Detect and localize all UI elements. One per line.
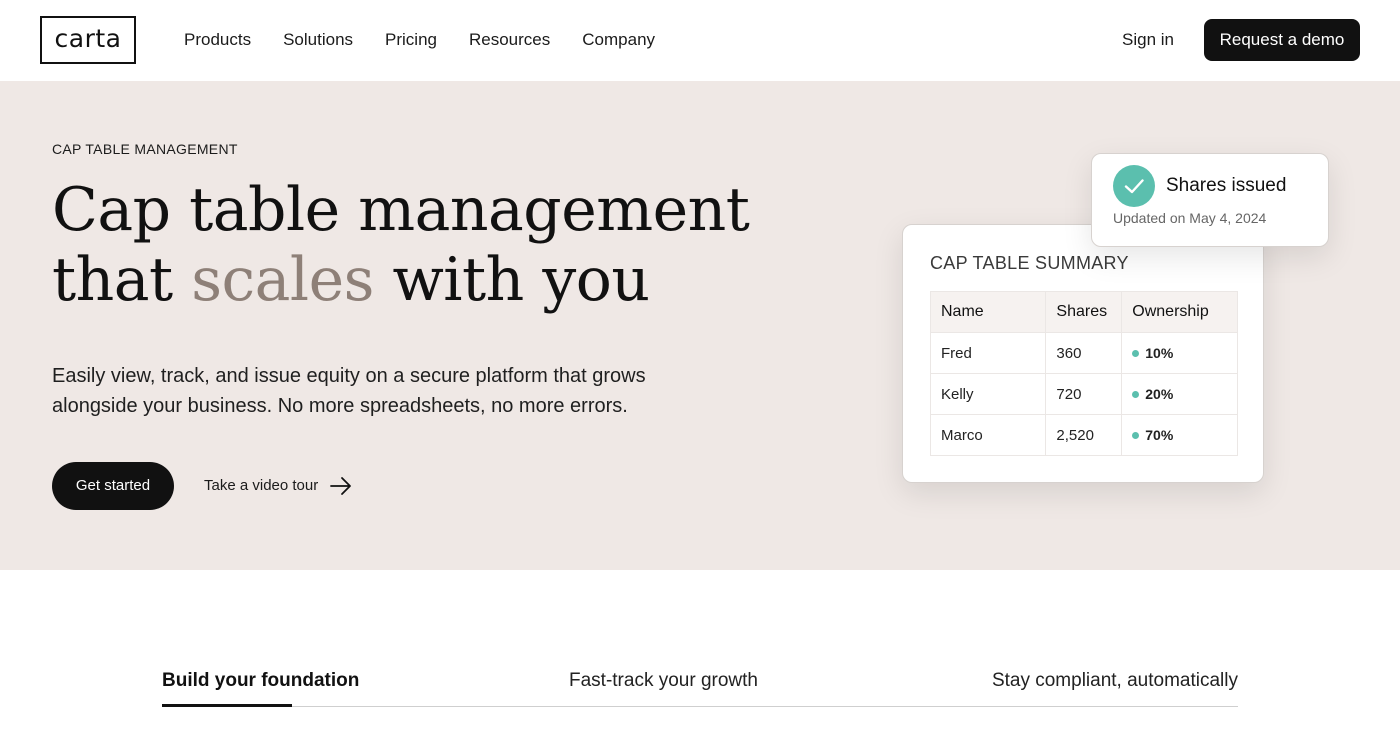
- nav-item-solutions[interactable]: Solutions: [283, 29, 353, 51]
- cap-table-summary-card: CAP TABLE SUMMARY Name Shares Ownership …: [902, 224, 1264, 483]
- check-icon: [1113, 165, 1155, 207]
- get-started-button[interactable]: Get started: [52, 462, 174, 510]
- status-dot-icon: [1132, 390, 1140, 398]
- tab-fast-track-growth[interactable]: Fast-track your growth: [569, 670, 758, 692]
- toast-title: Shares issued: [1166, 175, 1287, 196]
- ownership-value: 70%: [1145, 427, 1174, 443]
- feature-tabs: Build your foundation Fast-track your gr…: [162, 668, 1238, 707]
- cell-name: Fred: [929, 332, 1047, 374]
- column-header-shares: Shares: [1045, 291, 1123, 333]
- table-row: Fred 360 10%: [929, 332, 1238, 374]
- nav-item-company[interactable]: Company: [582, 29, 655, 51]
- sign-in-link[interactable]: Sign in: [1122, 29, 1174, 51]
- active-tab-indicator: [162, 704, 292, 707]
- nav-item-pricing[interactable]: Pricing: [385, 29, 437, 51]
- cell-ownership: 20%: [1121, 373, 1238, 415]
- hero-eyebrow: CAP TABLE MANAGEMENT: [52, 141, 238, 157]
- video-tour-link[interactable]: Take a video tour: [204, 474, 352, 498]
- video-tour-label: Take a video tour: [204, 477, 319, 494]
- ownership-value: 20%: [1145, 386, 1174, 402]
- column-header-name: Name: [929, 291, 1047, 333]
- ownership-value: 10%: [1145, 345, 1174, 361]
- tab-build-foundation[interactable]: Build your foundation: [162, 670, 359, 692]
- carta-logo[interactable]: carta: [40, 16, 136, 64]
- hero-section: CAP TABLE MANAGEMENT Cap table managemen…: [0, 81, 1400, 570]
- card-title: CAP TABLE SUMMARY: [930, 253, 1129, 273]
- status-dot-icon: [1132, 431, 1140, 439]
- arrow-right-icon: [330, 474, 352, 498]
- request-demo-button[interactable]: Request a demo: [1204, 19, 1360, 61]
- headline-line-1: Cap table management: [52, 175, 750, 245]
- hero-headline: Cap table management that scales with yo…: [52, 175, 750, 315]
- nav-item-products[interactable]: Products: [184, 29, 251, 51]
- table-row: Kelly 720 20%: [929, 373, 1238, 415]
- table-header-row: Name Shares Ownership: [929, 291, 1238, 333]
- shares-issued-toast: Shares issued Updated on May 4, 2024: [1091, 153, 1329, 247]
- cell-name: Marco: [929, 414, 1047, 456]
- headline-post: with you: [373, 245, 650, 315]
- nav-item-resources[interactable]: Resources: [469, 29, 550, 51]
- cell-name: Kelly: [929, 373, 1047, 415]
- headline-pre: that: [52, 245, 192, 315]
- table-row: Marco 2,520 70%: [929, 414, 1238, 456]
- cell-shares: 360: [1045, 332, 1123, 374]
- cap-table: Name Shares Ownership Fred 360 10% Kelly…: [929, 291, 1238, 456]
- column-header-ownership: Ownership: [1121, 291, 1238, 333]
- cell-shares: 2,520: [1045, 414, 1123, 456]
- headline-line-2: that scales with you: [52, 245, 749, 315]
- status-dot-icon: [1132, 349, 1140, 357]
- cell-ownership: 70%: [1121, 414, 1238, 456]
- top-navigation: carta Products Solutions Pricing Resourc…: [0, 0, 1400, 81]
- cell-shares: 720: [1045, 373, 1123, 415]
- toast-subtitle: Updated on May 4, 2024: [1113, 210, 1267, 226]
- hero-subtext: Easily view, track, and issue equity on …: [52, 365, 646, 417]
- headline-accent-word: scales: [191, 245, 374, 315]
- cell-ownership: 10%: [1121, 332, 1238, 374]
- tab-stay-compliant[interactable]: Stay compliant, automatically: [992, 670, 1238, 692]
- nav-menu: Products Solutions Pricing Resources Com…: [184, 29, 687, 51]
